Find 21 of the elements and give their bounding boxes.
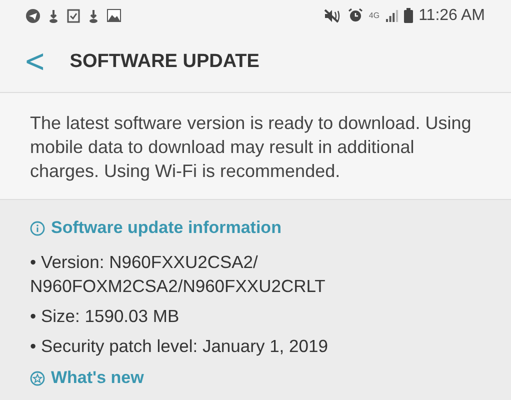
section-title: Software update information (51, 218, 282, 238)
image-icon (107, 9, 121, 22)
info-icon (30, 220, 45, 236)
info-item: • Version: N960FXXU2CSA2/ N960FOXM2CSA2/N960FXXU2CRLT (30, 251, 326, 298)
mute-icon (324, 8, 342, 23)
battery-icon (404, 8, 413, 24)
alarm-icon (348, 8, 363, 24)
checklist-icon (67, 8, 80, 23)
info-item: • Size: 1590.03 MB (30, 305, 180, 328)
download-icon (48, 8, 59, 23)
network-type: 4G (368, 11, 380, 20)
info-item: • Security patch level: January 1, 2019 (30, 335, 329, 358)
back-button[interactable]: < (20, 44, 50, 80)
star-icon (30, 370, 45, 386)
signal-icon (386, 9, 398, 22)
description-text: The latest software version is ready to download. Using mobile data to download may result in additional charges. Using Wi-Fi is recommended. (30, 112, 472, 183)
page-title: SOFTWARE UPDATE (70, 50, 260, 73)
download-icon (88, 8, 99, 23)
telegram-icon (26, 8, 40, 23)
clock-time: 11:26 AM (418, 6, 485, 25)
section-title: What's new (51, 368, 144, 388)
